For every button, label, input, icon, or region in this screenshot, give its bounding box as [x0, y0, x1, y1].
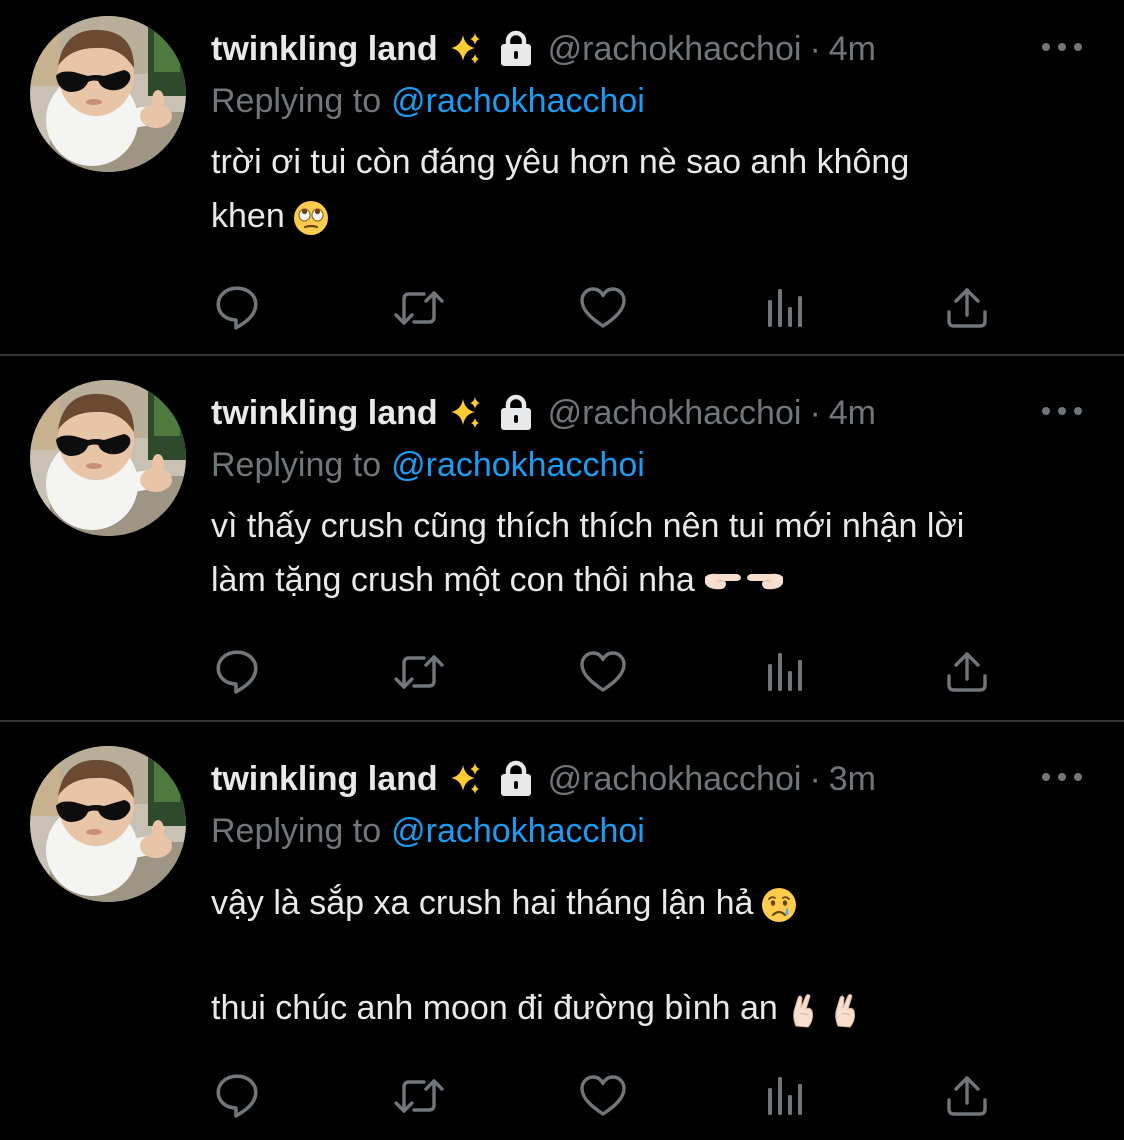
user-handle[interactable]: @rachokhacchoi: [548, 390, 802, 436]
crying-face-emoji-icon: [761, 887, 798, 924]
tweet-actions: [211, 280, 1011, 336]
mention-link[interactable]: @rachokhacchoi: [391, 812, 645, 850]
separator-dot: ·: [809, 394, 821, 432]
lock-icon: [498, 30, 534, 68]
more-options-icon[interactable]: [1042, 404, 1082, 418]
mention-link[interactable]: @rachokhacchoi: [391, 446, 645, 484]
sparkles-emoji-icon: [448, 396, 482, 430]
pointing-fingers-emoji-icon: [703, 567, 743, 597]
heart-outline-icon: [580, 651, 626, 692]
replying-label: Replying to: [211, 812, 382, 850]
upload-arrow-icon: [947, 1076, 987, 1116]
more-options-icon[interactable]: [1042, 40, 1082, 54]
tweet-text-line: làm tặng crush một con thôi nha: [211, 561, 695, 599]
display-name[interactable]: twinkling land: [211, 756, 438, 802]
share-button[interactable]: [939, 280, 995, 336]
speech-bubble-icon: [216, 650, 258, 694]
lock-icon: [498, 760, 534, 798]
face-with-rolling-eyes-emoji-icon: [292, 200, 329, 237]
tweet-actions: [211, 644, 1011, 700]
tweet-text-line: thui chúc anh moon đi đường bình an: [211, 989, 778, 1027]
avatar[interactable]: [30, 16, 186, 172]
replying-to: Replying to @rachokhacchoi: [211, 442, 645, 488]
upload-arrow-icon: [947, 652, 987, 692]
upload-arrow-icon: [947, 288, 987, 328]
lock-icon: [498, 394, 534, 432]
views-button[interactable]: [757, 1068, 813, 1124]
reply-button[interactable]: [209, 1068, 265, 1124]
user-handle[interactable]: @rachokhacchoi: [548, 756, 802, 802]
share-button[interactable]: [939, 644, 995, 700]
retweet-button[interactable]: [391, 280, 447, 336]
avatar[interactable]: [30, 380, 186, 536]
speech-bubble-icon: [216, 1074, 258, 1118]
tweet-header: twinkling land @rachokhacchoi · 4m: [211, 390, 876, 436]
tweet-text-line: khen: [211, 197, 285, 235]
display-name[interactable]: twinkling land: [211, 390, 438, 436]
like-button[interactable]: [575, 644, 631, 700]
tweet-text-line: vì thấy crush cũng thích thích nên tui m…: [211, 507, 965, 545]
heart-outline-icon: [580, 1075, 626, 1116]
tweet-text: vậy là sắp xa crush hai tháng lận hả thu…: [211, 876, 1091, 1035]
speech-bubble-icon: [216, 286, 258, 330]
retweet-arrows-icon: [394, 655, 444, 689]
tweet-card[interactable]: twinkling land @rachokhacchoi · 4m Reply…: [0, 0, 1124, 356]
sparkles-emoji-icon: [448, 762, 482, 796]
replying-label: Replying to: [211, 82, 382, 120]
user-handle[interactable]: @rachokhacchoi: [548, 26, 802, 72]
bar-chart-icon: [768, 289, 802, 327]
tweet-text: trời ơi tui còn đáng yêu hơn nè sao anh …: [211, 135, 1091, 243]
tweet-text: vì thấy crush cũng thích thích nên tui m…: [211, 499, 1091, 607]
timeline: twinkling land @rachokhacchoi · 4m Reply…: [0, 0, 1124, 1140]
replying-label: Replying to: [211, 446, 382, 484]
retweet-button[interactable]: [391, 1068, 447, 1124]
like-button[interactable]: [575, 280, 631, 336]
timestamp[interactable]: 4m: [829, 26, 876, 72]
reply-button[interactable]: [209, 644, 265, 700]
tweet-header: twinkling land @rachokhacchoi · 3m: [211, 756, 876, 802]
sparkles-emoji-icon: [448, 32, 482, 66]
reply-button[interactable]: [209, 280, 265, 336]
crossed-fingers-emoji-icon: [828, 992, 862, 1028]
bar-chart-icon: [768, 1077, 802, 1115]
more-options-icon[interactable]: [1042, 770, 1082, 784]
tweet-header: twinkling land @rachokhacchoi · 4m: [211, 26, 876, 72]
share-button[interactable]: [939, 1068, 995, 1124]
views-button[interactable]: [757, 644, 813, 700]
replying-to: Replying to @rachokhacchoi: [211, 808, 645, 854]
tweet-text-line: vậy là sắp xa crush hai tháng lận hả: [211, 884, 754, 922]
retweet-arrows-icon: [394, 291, 444, 325]
timestamp[interactable]: 4m: [829, 390, 876, 436]
replying-to: Replying to @rachokhacchoi: [211, 78, 645, 124]
crossed-fingers-emoji-icon: [786, 992, 820, 1028]
views-button[interactable]: [757, 280, 813, 336]
tweet-text-line: trời ơi tui còn đáng yêu hơn nè sao anh …: [211, 143, 910, 181]
tweet-card[interactable]: twinkling land @rachokhacchoi · 3m Reply…: [0, 722, 1124, 1140]
retweet-button[interactable]: [391, 644, 447, 700]
tweet-actions: [211, 1068, 1011, 1124]
display-name[interactable]: twinkling land: [211, 26, 438, 72]
separator-dot: ·: [809, 30, 821, 68]
timestamp[interactable]: 3m: [829, 756, 876, 802]
bar-chart-icon: [768, 653, 802, 691]
tweet-card[interactable]: twinkling land @rachokhacchoi · 4m Reply…: [0, 356, 1124, 722]
avatar[interactable]: [30, 746, 186, 902]
like-button[interactable]: [575, 1068, 631, 1124]
mention-link[interactable]: @rachokhacchoi: [391, 82, 645, 120]
pointing-left-emoji-icon: [745, 567, 785, 597]
separator-dot: ·: [809, 760, 821, 798]
retweet-arrows-icon: [394, 1079, 444, 1113]
heart-outline-icon: [580, 287, 626, 328]
